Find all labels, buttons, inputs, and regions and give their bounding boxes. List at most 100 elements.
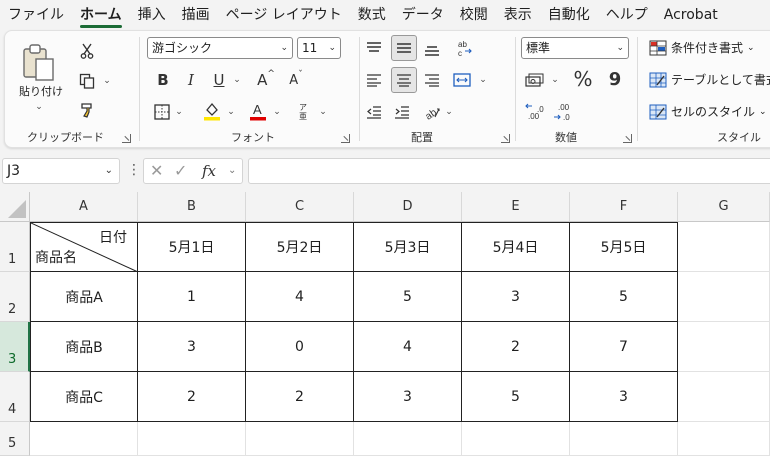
cell-a3[interactable]: 商品B (30, 322, 138, 372)
cell-d2[interactable]: 5 (354, 272, 462, 322)
column-header-a[interactable]: A (30, 192, 138, 222)
tab-page-layout[interactable]: ページ レイアウト (218, 0, 350, 30)
align-bottom-icon[interactable] (421, 39, 443, 61)
increase-decimal-icon[interactable]: .00.0 (523, 101, 547, 123)
insert-function-button[interactable]: fx (202, 162, 216, 180)
column-header-c[interactable]: C (246, 192, 354, 222)
conditional-formatting-button[interactable]: 条件付き書式 ⌄ (649, 39, 755, 56)
borders-dropdown-icon[interactable]: ⌄ (173, 105, 185, 119)
italic-button[interactable]: I (181, 69, 201, 91)
fill-color-dropdown-icon[interactable]: ⌄ (225, 105, 237, 119)
borders-icon[interactable] (151, 101, 173, 123)
cell-d1[interactable]: 5月3日 (354, 222, 462, 272)
cell-f2[interactable]: 5 (570, 272, 678, 322)
cell-e3[interactable]: 2 (462, 322, 570, 372)
number-launcher-icon[interactable] (623, 134, 632, 143)
cell-f5[interactable] (570, 422, 678, 456)
paste-label[interactable]: 貼り付け (19, 83, 63, 99)
cell-d4[interactable]: 3 (354, 372, 462, 422)
cell-c3[interactable]: 0 (246, 322, 354, 372)
cell-b1[interactable]: 5月1日 (138, 222, 246, 272)
cell-c2[interactable]: 4 (246, 272, 354, 322)
cell-styles-button[interactable]: セルのスタイル ⌄ (649, 103, 767, 120)
column-header-e[interactable]: E (462, 192, 570, 222)
cell-g1[interactable] (678, 222, 770, 272)
column-header-g[interactable]: G (678, 192, 770, 222)
name-box[interactable]: J3 ⌄ (2, 158, 120, 184)
clipboard-launcher-icon[interactable] (122, 134, 131, 143)
percent-button[interactable]: % (571, 67, 595, 91)
font-size-select[interactable]: 11 ⌄ (297, 37, 341, 59)
cell-b2[interactable]: 1 (138, 272, 246, 322)
cell-d3[interactable]: 4 (354, 322, 462, 372)
grow-font-button[interactable]: A ^ (255, 69, 277, 91)
tab-home[interactable]: ホーム (72, 0, 130, 30)
cell-b3[interactable]: 3 (138, 322, 246, 372)
cell-b4[interactable]: 2 (138, 372, 246, 422)
cell-g2[interactable] (678, 272, 770, 322)
column-header-d[interactable]: D (354, 192, 462, 222)
align-right-icon[interactable] (421, 69, 443, 91)
align-top-icon[interactable] (363, 37, 385, 59)
column-header-f[interactable]: F (570, 192, 678, 222)
font-name-select[interactable]: 游ゴシック ⌄ (147, 37, 293, 59)
copy-icon[interactable] (77, 71, 97, 91)
cell-f1[interactable]: 5月5日 (570, 222, 678, 272)
cell-a5[interactable] (30, 422, 138, 456)
underline-dropdown-icon[interactable]: ⌄ (231, 73, 243, 87)
tab-file[interactable]: ファイル (0, 0, 72, 30)
furigana-button[interactable]: ア亜 (293, 101, 313, 123)
font-color-dropdown-icon[interactable]: ⌄ (271, 105, 283, 119)
tab-view[interactable]: 表示 (496, 0, 540, 30)
enter-icon[interactable]: ✓ (174, 161, 187, 180)
underline-button[interactable]: U (209, 69, 229, 91)
paste-icon[interactable] (17, 41, 61, 85)
tab-help[interactable]: ヘルプ (598, 0, 656, 30)
fill-color-icon[interactable] (201, 99, 223, 123)
cell-d5[interactable] (354, 422, 462, 456)
row-header-4[interactable]: 4 (0, 372, 30, 422)
cell-f3[interactable]: 7 (570, 322, 678, 372)
function-dropdown-icon[interactable]: ⌄ (228, 165, 236, 176)
align-center-icon[interactable] (391, 67, 417, 93)
row-header-2[interactable]: 2 (0, 272, 30, 322)
font-launcher-icon[interactable] (341, 134, 350, 143)
orientation-icon[interactable]: ab (421, 101, 443, 123)
cancel-icon[interactable]: ✕ (150, 161, 163, 180)
tab-insert[interactable]: 挿入 (130, 0, 174, 30)
cell-c4[interactable]: 2 (246, 372, 354, 422)
select-all-corner[interactable] (0, 192, 30, 222)
tab-acrobat[interactable]: Acrobat (656, 0, 726, 30)
cell-g5[interactable] (678, 422, 770, 456)
cell-a1[interactable]: 日付 商品名 (30, 222, 139, 273)
tab-formulas[interactable]: 数式 (350, 0, 394, 30)
tab-draw[interactable]: 描画 (174, 0, 218, 30)
format-painter-icon[interactable] (77, 99, 99, 121)
cell-c1[interactable]: 5月2日 (246, 222, 354, 272)
paste-dropdown-icon[interactable]: ⌄ (29, 101, 49, 113)
cell-e1[interactable]: 5月4日 (462, 222, 570, 272)
tab-review[interactable]: 校閲 (452, 0, 496, 30)
font-color-icon[interactable]: A (247, 99, 269, 123)
copy-dropdown-icon[interactable]: ⌄ (101, 75, 113, 87)
cell-a2[interactable]: 商品A (30, 272, 138, 322)
row-header-3[interactable]: 3 (0, 322, 30, 372)
row-header-5[interactable]: 5 (0, 422, 30, 456)
comma-style-button[interactable]: 9 (605, 67, 625, 91)
more-options-icon[interactable]: ⋮ (127, 162, 141, 178)
tab-data[interactable]: データ (394, 0, 452, 30)
formula-input[interactable] (248, 158, 770, 184)
increase-indent-icon[interactable] (391, 101, 413, 123)
cell-e5[interactable] (462, 422, 570, 456)
cut-icon[interactable] (77, 41, 97, 61)
cell-a4[interactable]: 商品C (30, 372, 138, 422)
row-header-1[interactable]: 1 (0, 222, 30, 272)
orientation-dropdown-icon[interactable]: ⌄ (443, 105, 455, 119)
merge-dropdown-icon[interactable]: ⌄ (477, 73, 489, 87)
number-format-select[interactable]: 標準 ⌄ (521, 37, 629, 59)
accounting-dropdown-icon[interactable]: ⌄ (549, 73, 561, 87)
bold-button[interactable]: B (153, 69, 173, 91)
cell-b5[interactable] (138, 422, 246, 456)
cell-c5[interactable] (246, 422, 354, 456)
alignment-launcher-icon[interactable] (501, 134, 510, 143)
